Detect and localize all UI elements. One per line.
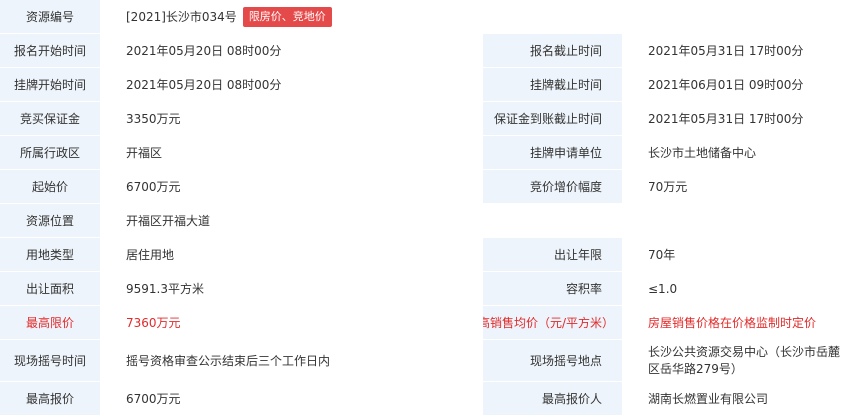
signup-end-value: 2021年05月31日 17时00分 <box>622 34 850 68</box>
max-price-value: 7360万元 <box>100 306 483 340</box>
listing-start-label: 挂牌开始时间 <box>0 68 100 102</box>
district-value: 开福区 <box>100 136 483 170</box>
deposit-label: 竞买保证金 <box>0 102 100 136</box>
deposit-value: 3350万元 <box>100 102 483 136</box>
price-limit-badge: 限房价、竞地价 <box>242 6 332 27</box>
resource-code-value: [2021]长沙市034号 限房价、竞地价 <box>100 0 850 34</box>
resource-code-label: 资源编号 <box>0 0 100 34</box>
listing-start-value: 2021年05月20日 08时00分 <box>100 68 483 102</box>
area-value: 9591.3平方米 <box>100 272 483 306</box>
lease-term-label: 出让年限 <box>483 238 622 272</box>
highest-bidder-label: 最高报价人 <box>483 382 622 416</box>
lease-term-value: 70年 <box>622 238 850 272</box>
plot-ratio-value: ≤1.0 <box>622 272 850 306</box>
lottery-time-label: 现场摇号时间 <box>0 340 100 382</box>
bid-increment-value: 70万元 <box>622 170 850 204</box>
applicant-value: 长沙市土地储备中心 <box>622 136 850 170</box>
lottery-location-label: 现场摇号地点 <box>483 340 622 382</box>
highest-bidder-value: 湖南长燃置业有限公司 <box>622 382 850 416</box>
signup-start-value: 2021年05月20日 08时00分 <box>100 34 483 68</box>
starting-price-value: 6700万元 <box>100 170 483 204</box>
highest-bid-label: 最高报价 <box>0 382 100 416</box>
bid-increment-label: 竞价增价幅度 <box>483 170 622 204</box>
listing-end-label: 挂牌截止时间 <box>483 68 622 102</box>
max-avg-sale-price-value: 房屋销售价格在价格监制时定价 <box>622 306 850 340</box>
lottery-time-value: 摇号资格审查公示结束后三个工作日内 <box>100 340 483 382</box>
max-price-label: 最高限价 <box>0 306 100 340</box>
deposit-deadline-label: 保证金到账截止时间 <box>483 102 622 136</box>
max-avg-sale-price-label: 住宅(毛坯)最高销售均价（元/平方米） <box>483 306 622 340</box>
land-info-table: 资源编号 [2021]长沙市034号 限房价、竞地价 报名开始时间 2021年0… <box>0 0 850 416</box>
lottery-location-value: 长沙公共资源交易中心（长沙市岳麓区岳华路279号） <box>622 340 850 382</box>
applicant-label: 挂牌申请单位 <box>483 136 622 170</box>
location-label: 资源位置 <box>0 204 100 238</box>
signup-end-label: 报名截止时间 <box>483 34 622 68</box>
starting-price-label: 起始价 <box>0 170 100 204</box>
land-use-value: 居住用地 <box>100 238 483 272</box>
area-label: 出让面积 <box>0 272 100 306</box>
deposit-deadline-value: 2021年05月31日 17时00分 <box>622 102 850 136</box>
district-label: 所属行政区 <box>0 136 100 170</box>
listing-end-value: 2021年06月01日 09时00分 <box>622 68 850 102</box>
signup-start-label: 报名开始时间 <box>0 34 100 68</box>
resource-code-text: [2021]长沙市034号 <box>126 10 237 24</box>
land-use-label: 用地类型 <box>0 238 100 272</box>
plot-ratio-label: 容积率 <box>483 272 622 306</box>
highest-bid-value: 6700万元 <box>100 382 483 416</box>
location-value: 开福区开福大道 <box>100 204 850 238</box>
